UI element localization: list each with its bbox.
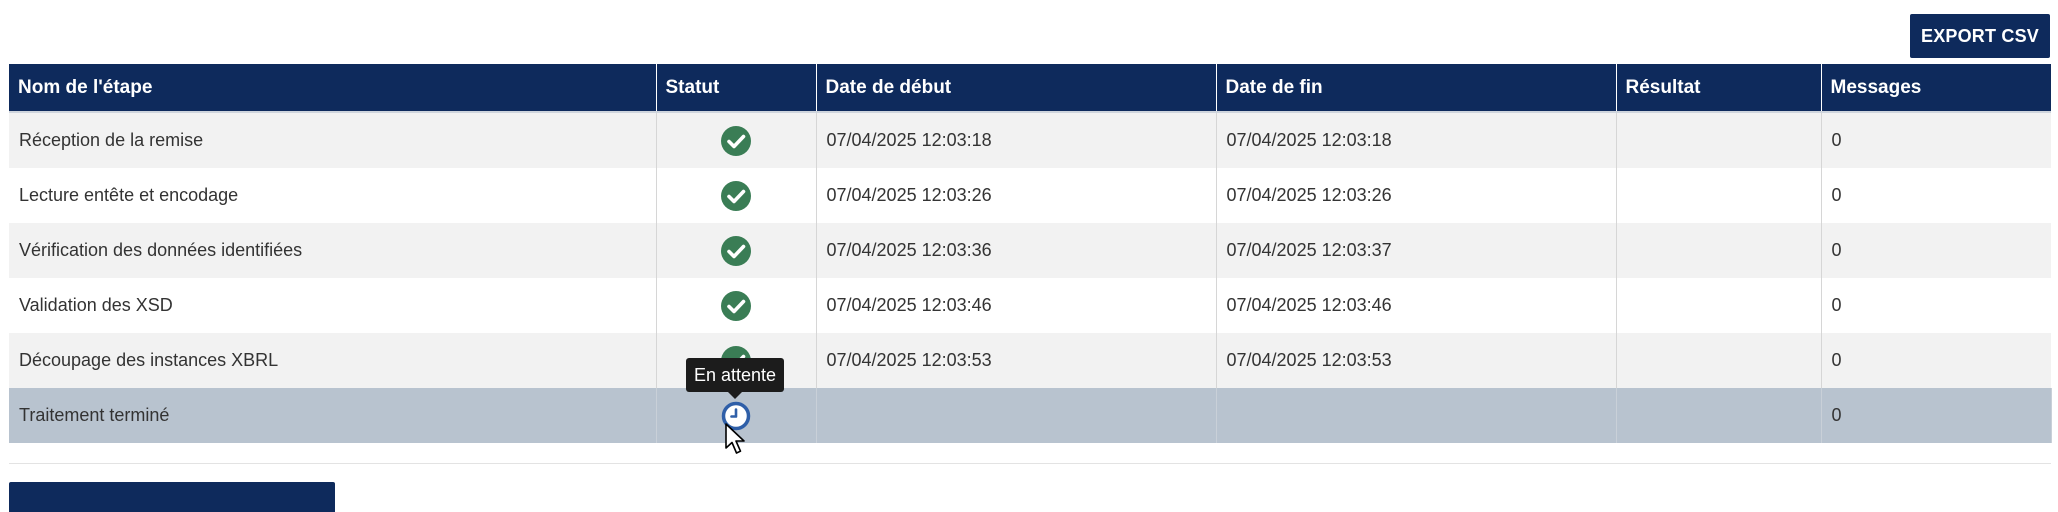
result [1616,278,1822,333]
status-cell [656,223,817,278]
column-header-start-date[interactable]: Date de début [816,64,1217,113]
steps-table: Nom de l'étape Statut Date de début Date… [9,64,2052,443]
messages-count: 0 [1821,112,2051,168]
step-name: Validation des XSD [9,278,657,333]
end-date [1216,388,1617,443]
column-header-status[interactable]: Statut [656,64,817,113]
end-date: 07/04/2025 12:03:53 [1216,333,1617,388]
step-name: Lecture entête et encodage [9,168,657,223]
end-date: 07/04/2025 12:03:18 [1216,112,1617,168]
check-circle-icon [721,235,751,266]
step-name: Vérification des données identifiées [9,223,657,278]
status-cell [656,112,817,168]
column-header-result[interactable]: Résultat [1616,64,1822,113]
table-row[interactable]: Lecture entête et encodage 07/04/2025 12… [9,168,2051,223]
column-header-name[interactable]: Nom de l'étape [9,64,657,113]
column-header-end-date[interactable]: Date de fin [1216,64,1617,113]
divider [9,463,2051,464]
messages-count: 0 [1821,333,2051,388]
check-circle-icon [721,290,751,321]
column-header-messages[interactable]: Messages [1821,64,2051,113]
mouse-pointer-icon [725,423,745,454]
result [1616,223,1822,278]
export-csv-button[interactable]: EXPORT CSV [1910,14,2050,58]
end-date: 07/04/2025 12:03:26 [1216,168,1617,223]
step-name: Réception de la remise [9,112,657,168]
start-date: 07/04/2025 12:03:53 [816,333,1217,388]
check-circle-icon [721,125,751,156]
end-date: 07/04/2025 12:03:46 [1216,278,1617,333]
table-row[interactable]: Vérification des données identifiées 07/… [9,223,2051,278]
messages-count: 0 [1821,168,2051,223]
start-date: 07/04/2025 12:03:26 [816,168,1217,223]
start-date: 07/04/2025 12:03:36 [816,223,1217,278]
table-row[interactable]: Validation des XSD 07/04/2025 12:03:46 0… [9,278,2051,333]
result [1616,333,1822,388]
status-cell [656,168,817,223]
messages-count: 0 [1821,223,2051,278]
start-date [816,388,1217,443]
table-row[interactable]: Découpage des instances XBRL 07/04/2025 … [9,333,2051,388]
start-date: 07/04/2025 12:03:18 [816,112,1217,168]
status-cell [656,278,817,333]
check-circle-icon [721,180,751,211]
tooltip-arrow [728,392,742,399]
result [1616,168,1822,223]
messages-count: 0 [1821,278,2051,333]
result [1616,112,1822,168]
status-tooltip: En attente [686,358,784,392]
table-header-row: Nom de l'étape Statut Date de début Date… [9,64,2051,113]
result [1616,388,1822,443]
messages-count: 0 [1821,388,2052,443]
bottom-action-button[interactable] [9,482,335,512]
table-row[interactable]: Réception de la remise 07/04/2025 12:03:… [9,112,2051,168]
step-name: Traitement terminé [9,388,657,443]
end-date: 07/04/2025 12:03:37 [1216,223,1617,278]
step-name: Découpage des instances XBRL [9,333,657,388]
table-row[interactable]: Traitement terminé 0 [9,388,2052,443]
start-date: 07/04/2025 12:03:46 [816,278,1217,333]
